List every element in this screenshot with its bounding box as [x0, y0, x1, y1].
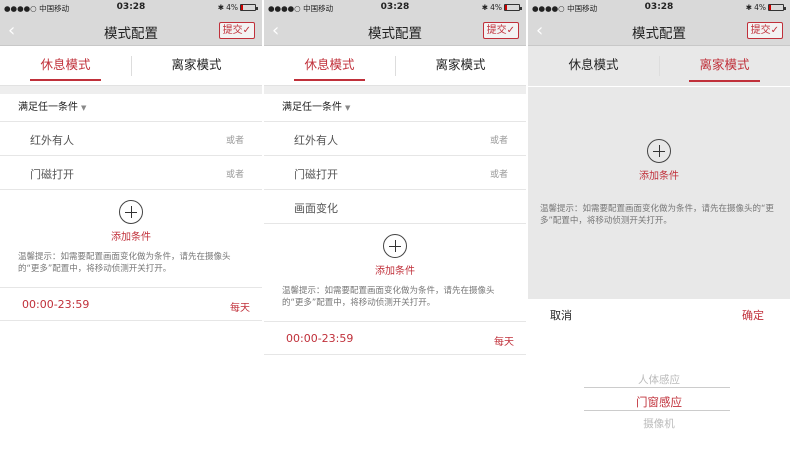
battery-indicator: ✱ 4% [745, 3, 786, 12]
nav-bar: ‹ 模式配置 提交✓ [528, 16, 790, 46]
schedule-time: 00:00-23:59 [22, 298, 90, 311]
status-bar: ●●●●○ 中国移动 03:28 ✱ 4% [0, 0, 262, 16]
or-label: 或者 [489, 136, 508, 146]
tab-divider [659, 56, 660, 76]
condition-label: 红外有人 [30, 134, 74, 147]
schedule-time: 00:00-23:59 [286, 332, 354, 345]
schedule-days: 每天 [494, 337, 514, 348]
battery-percent: 4% [226, 3, 238, 12]
condition-header: 满足任一条件 [282, 102, 342, 113]
nav-bar: ‹ 模式配置 提交✓ [264, 16, 526, 46]
add-condition[interactable]: 添加条件 [528, 139, 790, 182]
condition-label: 门磁打开 [294, 168, 338, 181]
picker-option-selected[interactable]: 门窗感应 [528, 394, 790, 410]
add-condition[interactable]: 添加条件 [0, 190, 262, 243]
section-gap [0, 86, 262, 94]
screen-away-mode: ●●●●○ 中国移动 03:28 ✱ 4% ‹ 模式配置 提交✓ 休息模式 离家… [528, 0, 790, 460]
condition-row[interactable]: 红外有人 或者 [0, 122, 262, 156]
submit-button[interactable]: 提交✓ [482, 22, 519, 39]
bluetooth-icon: ✱ [745, 3, 753, 12]
battery-indicator: ✱ 4% [217, 3, 258, 12]
nav-bar: ‹ 模式配置 提交✓ [0, 16, 262, 46]
condition-row[interactable]: 红外有人 或者 [264, 122, 526, 156]
battery-icon [768, 4, 786, 11]
hint-text: 温馨提示：如需要配置画面变化做为条件，请先在摄像头的“更多”配置中，将移动侦测开… [282, 286, 495, 308]
condition-row[interactable]: 画面变化 [264, 190, 526, 224]
plus-circle-icon[interactable] [647, 139, 671, 163]
or-label: 或者 [225, 136, 244, 146]
hint-text: 温馨提示：如需要配置画面变化做为条件，请先在摄像头的“更多”配置中，将移动侦测开… [540, 204, 774, 226]
submit-button[interactable]: 提交✓ [746, 22, 783, 39]
battery-indicator: ✱ 4% [481, 3, 522, 12]
battery-icon [240, 4, 258, 11]
or-label: 或者 [225, 170, 244, 180]
condition-label: 画面变化 [294, 202, 338, 215]
mode-tabs: 休息模式 离家模式 [0, 46, 262, 86]
picker-divider [584, 387, 730, 388]
caret-down-icon: ▼ [345, 104, 351, 112]
screen-rest-mode-1: ●●●●○ 中国移动 03:28 ✱ 4% ‹ 模式配置 提交✓ 休息模式 离家… [0, 0, 262, 460]
status-bar: ●●●●○ 中国移动 03:28 ✱ 4% [528, 0, 790, 16]
cancel-button[interactable]: 取消 [550, 307, 572, 323]
condition-label: 红外有人 [294, 134, 338, 147]
schedule-row[interactable]: 00:00-23:59 每天 [0, 287, 262, 321]
status-bar: ●●●●○ 中国移动 03:28 ✱ 4% [264, 0, 526, 16]
condition-selector[interactable]: 满足任一条件 ▼ [264, 94, 526, 122]
tab-rest-mode[interactable]: 休息模式 [264, 46, 395, 85]
plus-circle-icon[interactable] [383, 234, 407, 258]
dimmed-overlay[interactable]: 添加条件 温馨提示：如需要配置画面变化做为条件，请先在摄像头的“更多”配置中，将… [528, 87, 790, 299]
picker-divider [584, 410, 730, 411]
add-condition-label[interactable]: 添加条件 [528, 167, 790, 182]
bluetooth-icon: ✱ [217, 3, 225, 12]
hint-text: 温馨提示：如需要配置画面变化做为条件，请先在摄像头的“更多”配置中，将移动侦测开… [18, 252, 231, 274]
picker-option[interactable]: 人体感应 [528, 372, 790, 387]
battery-icon [504, 4, 522, 11]
or-label: 或者 [489, 170, 508, 180]
caret-down-icon: ▼ [81, 104, 87, 112]
add-condition-label[interactable]: 添加条件 [264, 262, 526, 277]
tab-divider [395, 56, 396, 76]
tab-divider [131, 56, 132, 76]
section-gap [264, 86, 526, 94]
schedule-row[interactable]: 00:00-23:59 每天 [264, 321, 526, 355]
submit-button[interactable]: 提交✓ [218, 22, 255, 39]
add-condition-label[interactable]: 添加条件 [0, 228, 262, 243]
schedule-days: 每天 [230, 303, 250, 314]
tab-away-mode[interactable]: 离家模式 [131, 46, 262, 85]
tab-away-mode[interactable]: 离家模式 [395, 46, 526, 85]
add-condition[interactable]: 添加条件 [264, 224, 526, 277]
condition-label: 门磁打开 [30, 168, 74, 181]
bluetooth-icon: ✱ [481, 3, 489, 12]
tab-away-mode[interactable]: 离家模式 [659, 46, 790, 86]
condition-selector[interactable]: 满足任一条件 ▼ [0, 94, 262, 122]
condition-picker: 取消 确定 人体感应 门窗感应 摄像机 [528, 299, 790, 460]
condition-header: 满足任一条件 [18, 102, 78, 113]
mode-tabs: 休息模式 离家模式 [528, 46, 790, 86]
condition-row[interactable]: 门磁打开 或者 [264, 156, 526, 190]
screen-rest-mode-2: ●●●●○ 中国移动 03:28 ✱ 4% ‹ 模式配置 提交✓ 休息模式 离家… [264, 0, 526, 460]
battery-percent: 4% [490, 3, 502, 12]
plus-circle-icon[interactable] [119, 200, 143, 224]
battery-percent: 4% [754, 3, 766, 12]
mode-tabs: 休息模式 离家模式 [264, 46, 526, 86]
picker-option[interactable]: 摄像机 [528, 416, 790, 431]
condition-row[interactable]: 门磁打开 或者 [0, 156, 262, 190]
confirm-button[interactable]: 确定 [742, 307, 764, 323]
tab-rest-mode[interactable]: 休息模式 [0, 46, 131, 85]
tab-rest-mode[interactable]: 休息模式 [528, 46, 659, 86]
